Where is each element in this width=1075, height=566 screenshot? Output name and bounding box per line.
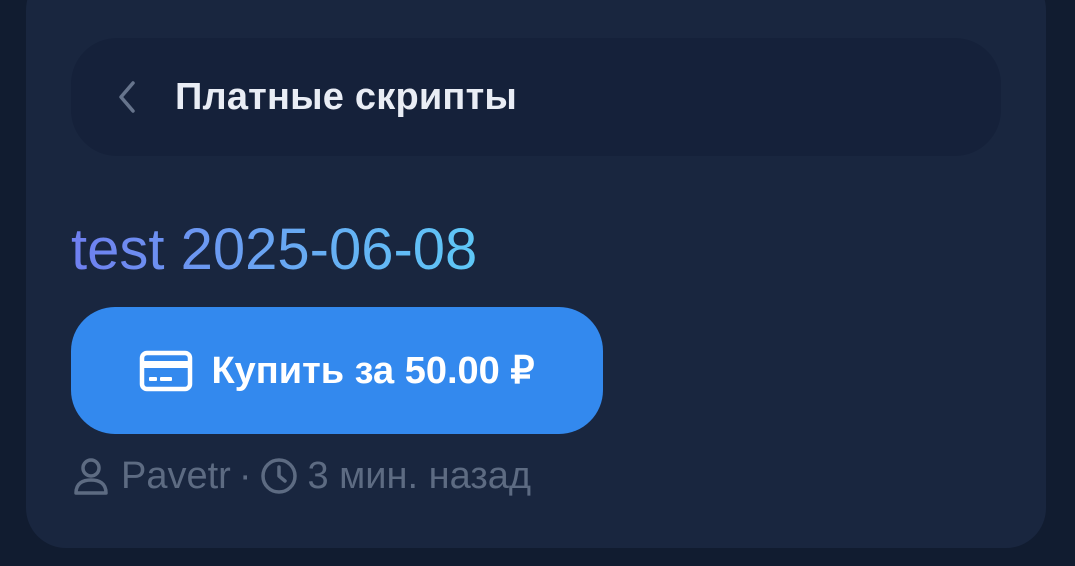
back-button[interactable] <box>107 77 147 117</box>
post-time: 3 мин. назад <box>307 454 532 497</box>
clock-icon <box>261 458 298 494</box>
author-name[interactable]: Pavetr <box>121 455 231 498</box>
chevron-left-icon <box>119 81 135 113</box>
user-icon <box>74 458 108 495</box>
script-meta: Pavetr · 3 мин. назад <box>71 452 531 500</box>
buy-button[interactable]: Купить за 50.00 ₽ <box>71 307 603 434</box>
credit-card-icon <box>140 350 193 391</box>
page-header: Платные скрипты <box>71 38 1001 156</box>
meta-separator: · <box>238 454 252 497</box>
page-title: Платные скрипты <box>175 75 518 118</box>
buy-button-label: Купить за 50.00 ₽ <box>211 350 535 392</box>
script-title: test 2025-06-08 <box>71 214 477 286</box>
